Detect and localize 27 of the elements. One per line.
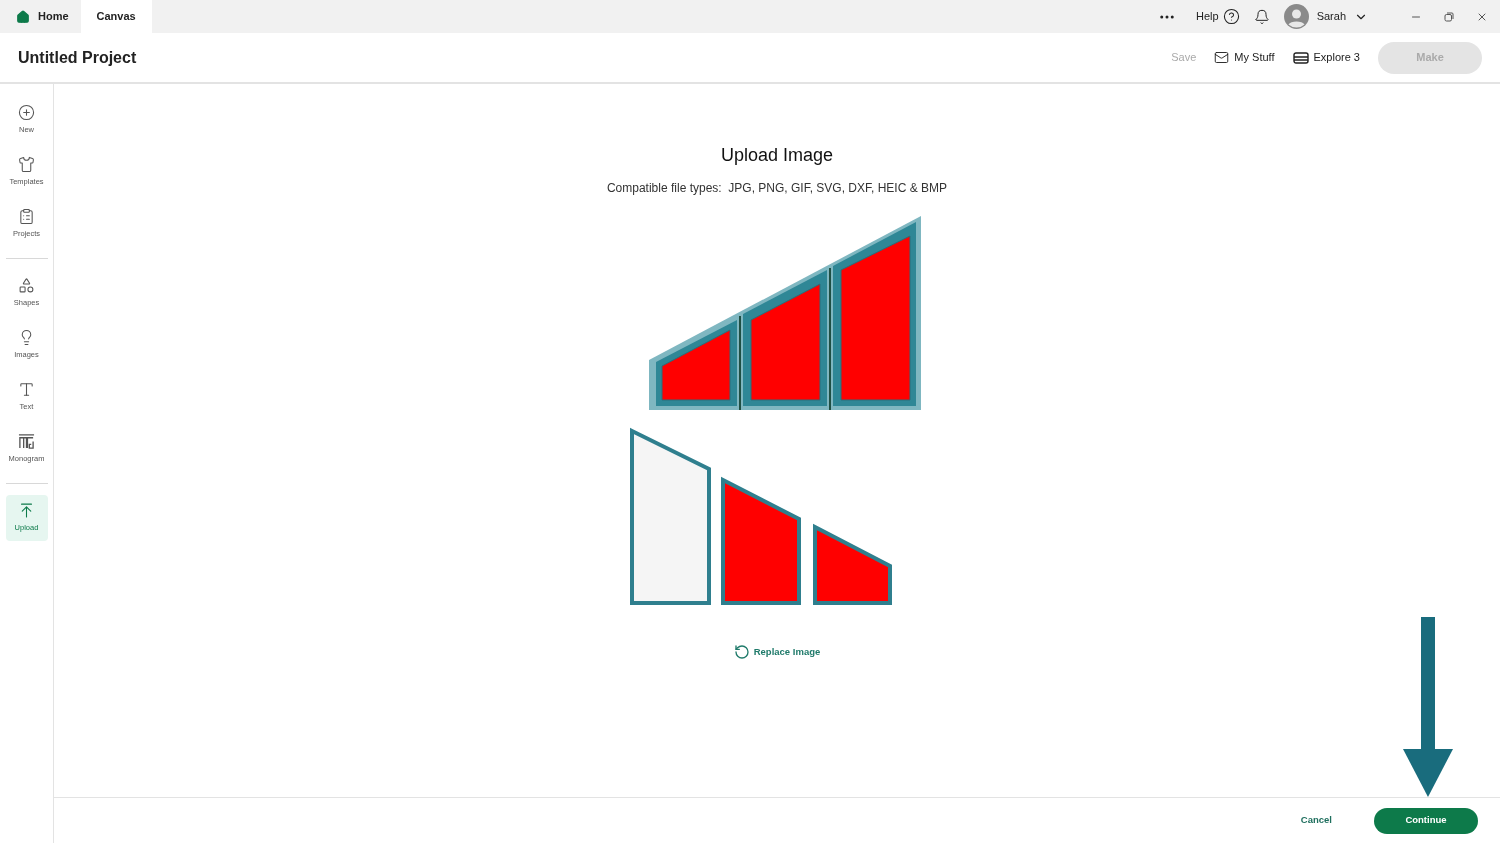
file-types-text: Compatible file types: JPG, PNG, GIF, SVG, DXF, HEIC & BMP <box>606 180 948 197</box>
continue-button[interactable]: Continue <box>1374 807 1478 834</box>
mail-icon <box>1214 50 1230 65</box>
bell-icon[interactable] <box>1253 8 1270 25</box>
plus-icon <box>18 104 35 122</box>
dialog-title: Upload Image <box>720 144 834 167</box>
machine-icon <box>1292 51 1309 64</box>
avatar-icon <box>1283 4 1309 29</box>
restore-icon[interactable] <box>1444 11 1454 22</box>
rotate-icon <box>733 644 750 660</box>
help-icon <box>1222 8 1240 25</box>
upload-icon <box>18 502 35 520</box>
my-stuff-button[interactable]: My Stuff <box>1214 49 1275 66</box>
monogram-icon <box>18 433 35 451</box>
tab[interactable]: Home <box>4 0 81 33</box>
help-button[interactable]: Help <box>1196 8 1240 25</box>
cancel-button[interactable]: Cancel <box>1300 813 1332 828</box>
text-icon <box>18 381 35 399</box>
machine-button[interactable]: Explore 3 <box>1292 49 1360 66</box>
user-menu[interactable]: Sarah <box>1283 4 1368 29</box>
shirt-icon <box>18 156 35 174</box>
project-title: Untitled Project <box>18 47 137 68</box>
clipboard-icon <box>18 208 35 226</box>
home-icon <box>16 9 30 24</box>
tab[interactable]: Canvas <box>80 0 152 33</box>
shapes-icon <box>18 277 35 295</box>
replace-image-link[interactable]: Replace Image <box>733 644 821 660</box>
